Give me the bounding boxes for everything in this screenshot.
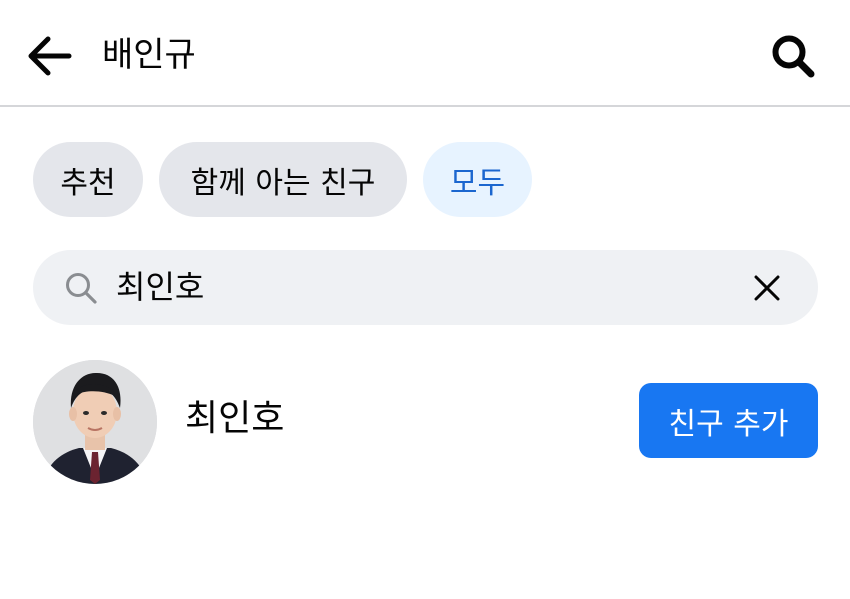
search-icon — [772, 35, 815, 78]
avatar[interactable] — [33, 360, 157, 484]
back-button[interactable] — [22, 30, 76, 82]
filter-chip-recommended[interactable]: 추천 — [33, 142, 143, 217]
page-title: 배인규 — [102, 35, 196, 75]
search-button[interactable] — [764, 28, 822, 84]
search-input[interactable]: 최인호 — [116, 264, 204, 310]
friend-name[interactable]: 최인호 — [185, 394, 284, 444]
arrow-left-icon — [28, 36, 72, 76]
add-friend-button[interactable]: 친구 추가 — [639, 383, 818, 458]
close-icon — [754, 275, 780, 301]
top-bar: 배인규 — [0, 0, 850, 107]
filter-chip-mutual-friends[interactable]: 함께 아는 친구 — [159, 142, 407, 217]
search-icon — [66, 273, 97, 304]
friend-search-field[interactable]: 최인호 — [33, 250, 818, 325]
profile-photo-icon — [33, 360, 157, 484]
friend-result-row[interactable]: 최인호 친구 추가 — [0, 350, 850, 492]
clear-search-button[interactable] — [745, 266, 789, 310]
filter-chip-all[interactable]: 모두 — [423, 142, 532, 217]
